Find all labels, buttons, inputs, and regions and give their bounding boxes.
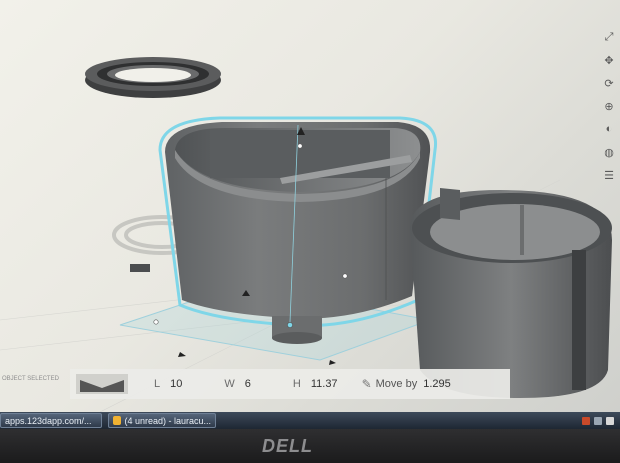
move-by-field[interactable]: 1.295: [423, 378, 451, 390]
selection-status: OBJECT SELECTED: [2, 376, 59, 382]
object-thumbnail[interactable]: [76, 374, 128, 394]
taskbar-item-123dapp[interactable]: apps.123dapp.com/...: [0, 413, 102, 428]
taskbar: apps.123dapp.com/... (4 unread) - laurac…: [0, 412, 620, 429]
width-label: W: [224, 378, 235, 390]
dimension-bar: L 10 W 6 H 11.37 ✎ Move by 1.295: [70, 369, 510, 399]
scene-canvas[interactable]: [0, 0, 620, 412]
small-part[interactable]: [130, 264, 150, 272]
rotate-icon[interactable]: ⟳: [602, 76, 616, 90]
height-field[interactable]: 11.37: [311, 378, 338, 390]
taskbar-item-label: (4 unread) - lauracu...: [124, 415, 211, 426]
tray-icon[interactable]: [594, 416, 602, 425]
taskbar-item-email[interactable]: (4 unread) - lauracu...: [108, 413, 216, 428]
ring-object[interactable]: [85, 57, 221, 98]
width-field[interactable]: 6: [245, 378, 251, 390]
tray-icon[interactable]: [606, 416, 614, 425]
move-by-label: Move by: [375, 378, 418, 390]
zoom-icon[interactable]: ⊕: [602, 99, 616, 113]
length-field[interactable]: 10: [170, 378, 182, 390]
tray-icon[interactable]: [582, 416, 590, 425]
pencil-icon[interactable]: ✎: [362, 377, 372, 391]
taskbar-item-label: apps.123dapp.com/...: [5, 415, 92, 426]
grid-icon[interactable]: ☰: [602, 168, 616, 182]
view-toolbar: ⤢ ✥ ⟳ ⊕ ◐ ◍ ☰: [598, 30, 620, 190]
system-tray[interactable]: [582, 416, 620, 425]
viewport-3d[interactable]: ⤢ ✥ ⟳ ⊕ ◐ ◍ ☰ OBJECT SELECTED L 10 W 6 H…: [0, 0, 620, 412]
cylinder-object[interactable]: [410, 188, 612, 398]
expand-icon[interactable]: ⤢: [602, 30, 616, 44]
view-icon[interactable]: ◐: [602, 122, 616, 136]
pan-icon[interactable]: ✥: [602, 53, 616, 67]
length-label: L: [154, 378, 161, 390]
height-label: H: [292, 378, 301, 390]
fit-icon[interactable]: ◍: [602, 145, 616, 159]
browser-icon: [113, 416, 122, 425]
monitor-logo: DELL: [262, 436, 313, 456]
